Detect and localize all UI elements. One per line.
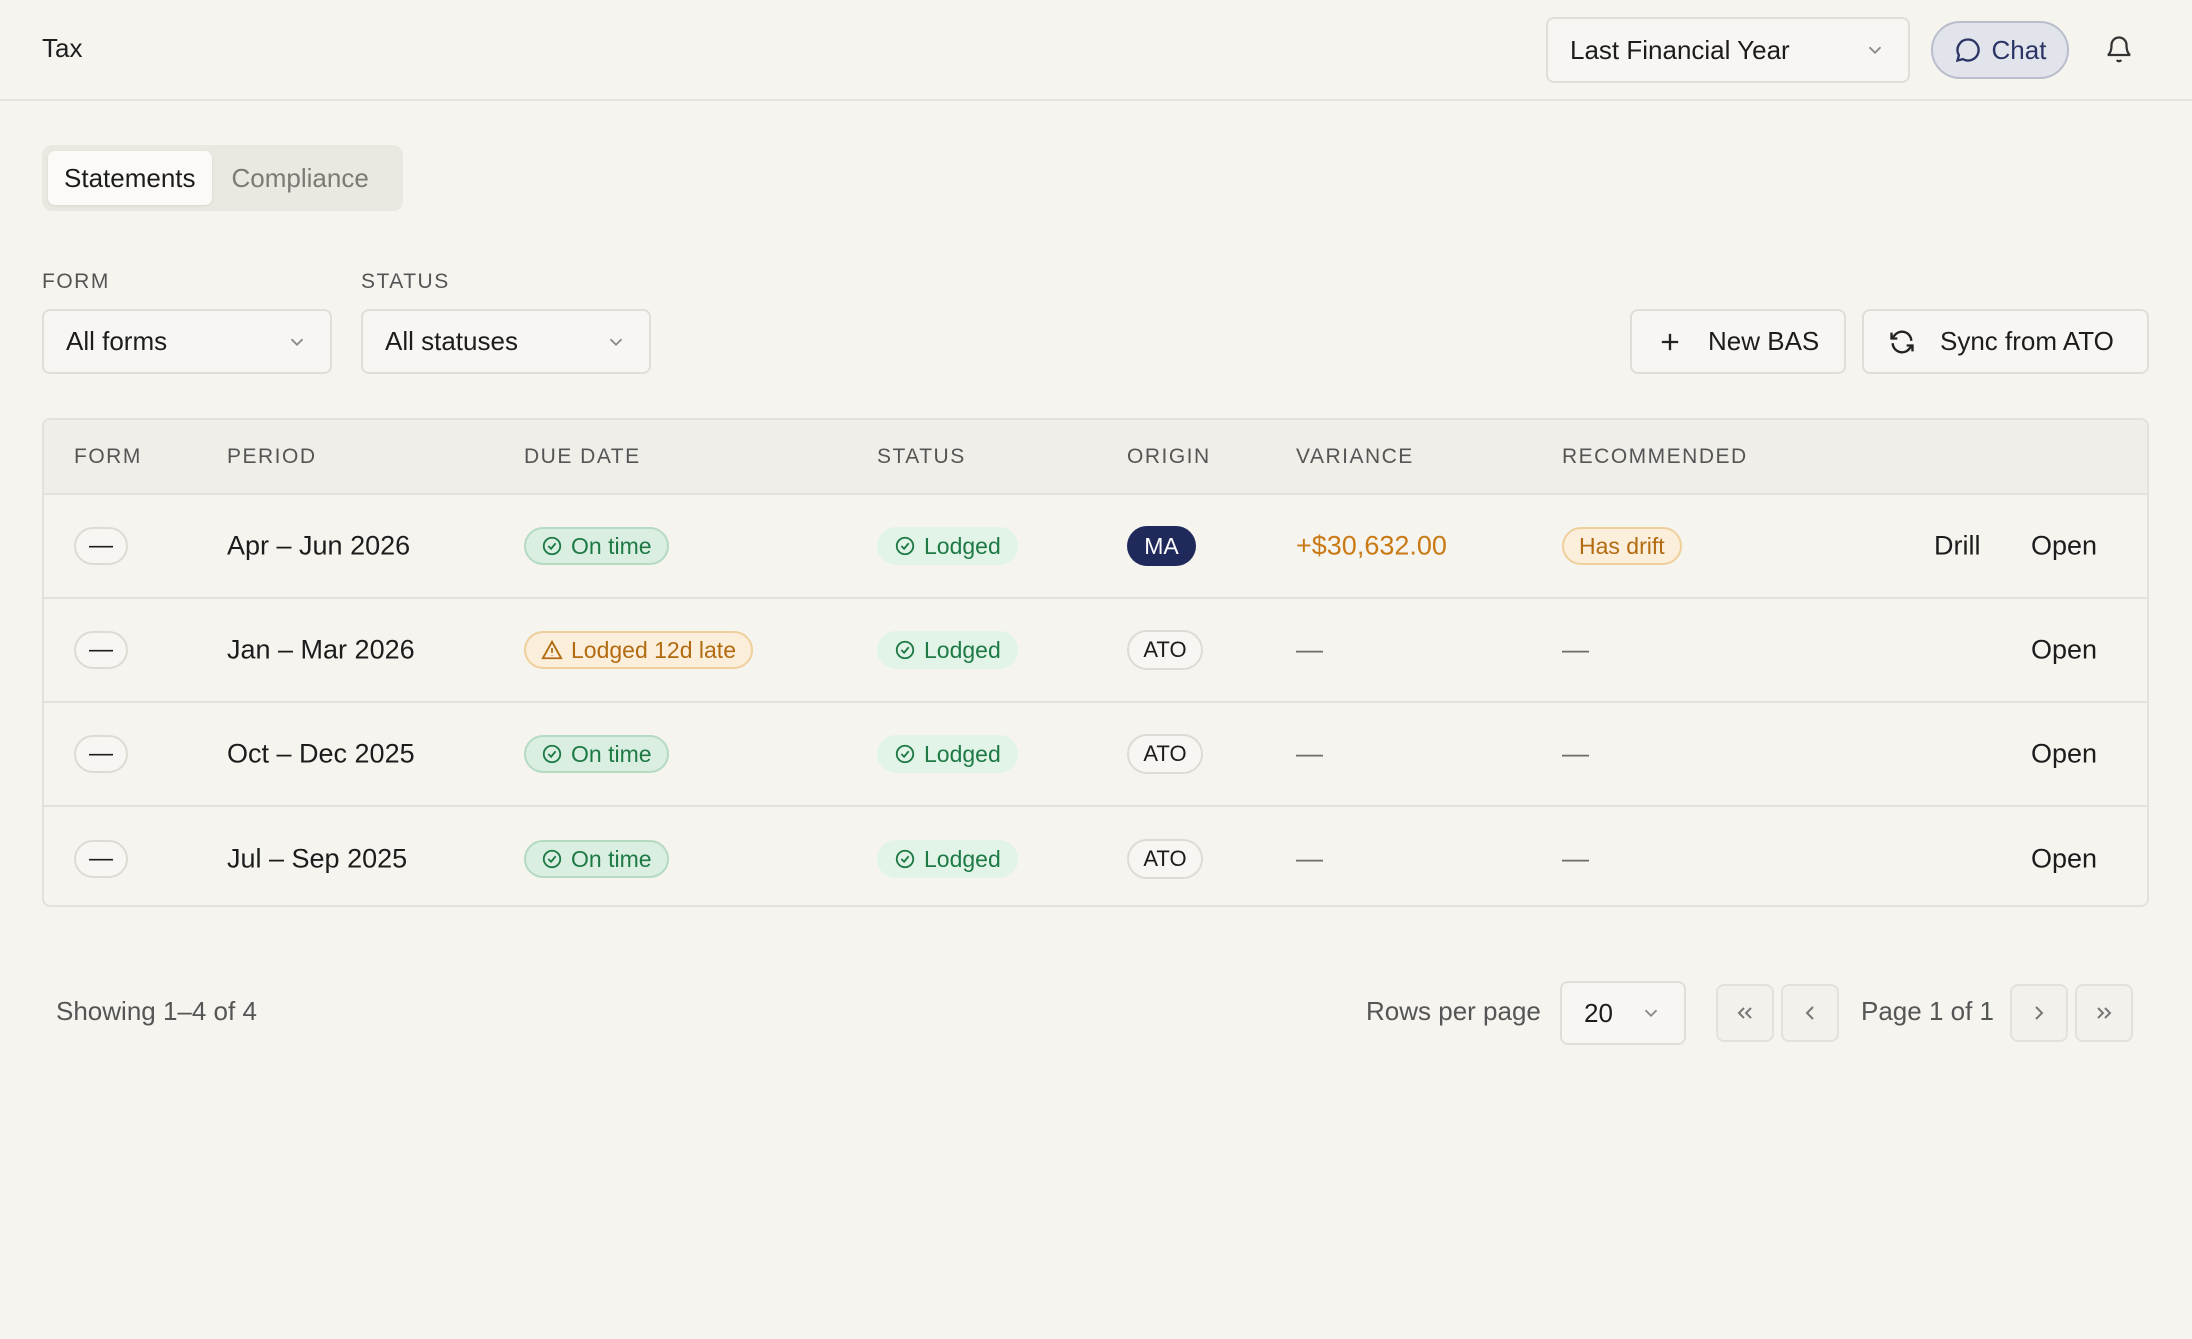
table-row[interactable]: — Jul – Sep 2025 On time Lodged ATO — — … (44, 807, 2147, 905)
top-bar: Tax Last Financial Year Chat (0, 0, 2192, 101)
page-indicator: Page 1 of 1 (1861, 996, 1994, 1026)
bell-icon[interactable] (2104, 34, 2134, 66)
col-header-variance: VARIANCE (1296, 445, 1414, 468)
origin-badge: ATO (1127, 734, 1203, 774)
check-circle-icon (895, 536, 915, 556)
status-filter-label: STATUS (361, 270, 450, 293)
plus-icon (1661, 333, 1679, 350)
form-pill[interactable]: — (74, 527, 128, 565)
variance-cell: +$30,632.00 (1296, 530, 1447, 561)
variance-cell: — (1296, 634, 1323, 665)
sync-from-ato-button[interactable]: Sync from ATO (1862, 309, 2149, 374)
next-page-button[interactable] (2010, 984, 2068, 1042)
col-header-form: FORM (74, 445, 142, 468)
first-page-button[interactable] (1716, 984, 1774, 1042)
period-select[interactable]: Last Financial Year (1546, 17, 1910, 83)
showing-count: Showing 1–4 of 4 (56, 996, 257, 1026)
open-link[interactable]: Open (2031, 739, 2097, 770)
check-circle-icon (895, 849, 915, 869)
rows-per-page-label: Rows per page (1366, 996, 1541, 1026)
due-date-badge: On time (524, 527, 669, 565)
chat-bubble-icon (1955, 38, 1980, 63)
form-filter-select[interactable]: All forms (42, 309, 332, 374)
table-row[interactable]: — Jan – Mar 2026 Lodged 12d late Lodged … (44, 599, 2147, 703)
check-circle-icon (542, 744, 562, 764)
origin-badge: ATO (1127, 630, 1203, 670)
col-header-recommended: RECOMMENDED (1562, 445, 1748, 468)
rows-per-page-value: 20 (1584, 997, 1613, 1028)
new-bas-button[interactable]: New BAS (1630, 309, 1846, 374)
last-page-button[interactable] (2075, 984, 2133, 1042)
chevrons-right-icon (2097, 1007, 2112, 1019)
new-bas-label: New BAS (1708, 326, 1820, 356)
period-cell: Apr – Jun 2026 (227, 530, 411, 561)
form-filter-label: FORM (42, 270, 110, 293)
recommended-badge: Has drift (1562, 527, 1682, 565)
page-title: Tax (42, 33, 83, 63)
due-date-badge: On time (524, 735, 669, 773)
col-header-period: PERIOD (227, 445, 317, 468)
warning-triangle-icon (541, 639, 563, 660)
due-date-badge: On time (524, 840, 669, 878)
check-circle-icon (895, 744, 915, 764)
status-badge: Lodged (877, 631, 1018, 669)
open-link[interactable]: Open (2031, 531, 2097, 562)
table-row[interactable]: — Apr – Jun 2026 On time Lodged MA +$30,… (44, 495, 2147, 599)
status-badge: Lodged (877, 735, 1018, 773)
tab-bar: Statements Compliance (42, 145, 403, 211)
chat-button[interactable]: Chat (1931, 21, 2069, 79)
recommended-cell: — (1562, 738, 1589, 769)
col-header-status: STATUS (877, 445, 966, 468)
recommended-cell: — (1562, 843, 1589, 874)
form-pill[interactable]: — (74, 840, 128, 878)
chevrons-left-icon (1737, 1007, 1752, 1019)
chevron-down-icon (1644, 1009, 1658, 1018)
chevron-down-icon (1868, 46, 1882, 55)
tab-compliance[interactable]: Compliance (216, 151, 385, 205)
chevron-right-icon (2035, 1006, 2044, 1020)
period-cell: Oct – Dec 2025 (227, 738, 415, 769)
variance-cell: — (1296, 738, 1323, 769)
origin-badge: ATO (1127, 839, 1203, 879)
form-pill[interactable]: — (74, 631, 128, 669)
form-pill[interactable]: — (74, 735, 128, 773)
tab-statements[interactable]: Statements (48, 151, 212, 205)
variance-cell: — (1296, 843, 1323, 874)
chevron-down-icon (290, 338, 304, 346)
open-link[interactable]: Open (2031, 844, 2097, 875)
due-date-badge: Lodged 12d late (524, 631, 753, 669)
recommended-cell: — (1562, 634, 1589, 665)
period-cell: Jan – Mar 2026 (227, 634, 415, 665)
col-header-due-date: DUE DATE (524, 445, 641, 468)
sync-label: Sync from ATO (1940, 326, 2114, 356)
statements-table: FORM PERIOD DUE DATE STATUS ORIGIN VARIA… (42, 418, 2149, 907)
chevron-left-icon (1805, 1006, 1814, 1020)
chat-button-label: Chat (1991, 34, 2047, 65)
status-badge: Lodged (877, 527, 1018, 565)
form-filter-value: All forms (66, 326, 168, 356)
open-link[interactable]: Open (2031, 635, 2097, 666)
status-filter-value: All statuses (385, 326, 518, 356)
check-circle-icon (895, 640, 915, 660)
period-select-value: Last Financial Year (1570, 34, 1790, 65)
col-header-origin: ORIGIN (1127, 445, 1211, 468)
refresh-icon (1890, 330, 1914, 353)
rows-per-page-select[interactable]: 20 (1560, 981, 1686, 1045)
table-header: FORM PERIOD DUE DATE STATUS ORIGIN VARIA… (44, 420, 2147, 495)
previous-page-button[interactable] (1781, 984, 1839, 1042)
status-badge: Lodged (877, 840, 1018, 878)
status-filter-select[interactable]: All statuses (361, 309, 651, 374)
chevron-down-icon (609, 338, 623, 346)
origin-badge: MA (1127, 526, 1196, 566)
period-cell: Jul – Sep 2025 (227, 843, 408, 874)
table-row[interactable]: — Oct – Dec 2025 On time Lodged ATO — — … (44, 703, 2147, 807)
drill-link[interactable]: Drill (1934, 531, 1981, 562)
check-circle-icon (542, 849, 562, 869)
check-circle-icon (542, 536, 562, 556)
